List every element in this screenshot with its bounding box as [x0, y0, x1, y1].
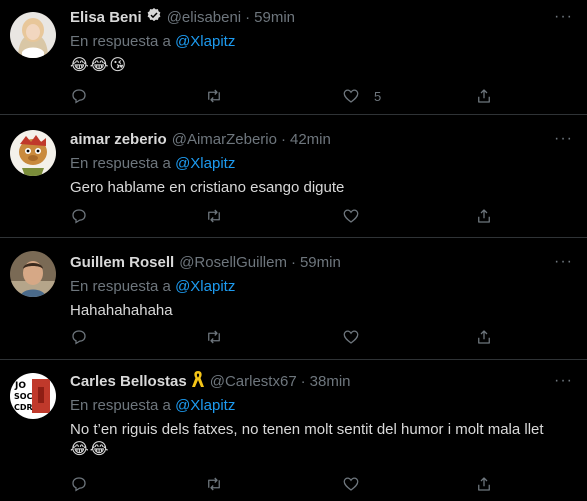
reply-button[interactable] — [70, 206, 88, 226]
more-options-icon[interactable]: ··· — [554, 8, 573, 26]
reply-context: En respuesta a @Xlapitz — [70, 154, 575, 174]
user-handle[interactable]: @Carlestx67 — [210, 372, 297, 392]
tweet-time[interactable]: 59min — [300, 253, 341, 273]
avatar[interactable] — [10, 12, 56, 58]
tweet-time[interactable]: 42min — [290, 130, 331, 150]
avatar-mascot — [10, 130, 56, 176]
user-name[interactable]: Elisa Beni — [70, 8, 142, 28]
reply-button[interactable] — [70, 327, 88, 347]
share-icon — [478, 330, 490, 344]
retweet-button[interactable] — [205, 86, 223, 106]
retweet-button[interactable] — [205, 206, 223, 226]
like-button[interactable] — [342, 206, 360, 226]
like-count: 5 — [374, 88, 382, 104]
avatar-logo: JO SOC CDR — [10, 373, 56, 419]
tweet-actions — [70, 206, 500, 226]
retweet-icon — [208, 477, 220, 491]
tweet-text: 😂😂😘 — [70, 57, 128, 74]
like-button[interactable] — [342, 474, 360, 494]
avatar[interactable]: JO SOC CDR — [10, 373, 56, 419]
avatar[interactable] — [10, 130, 56, 176]
share-button[interactable] — [475, 86, 493, 106]
tweet-text: Hahahahahaha — [70, 302, 173, 319]
user-handle[interactable]: @AimarZeberio — [172, 130, 277, 150]
tweet-text: Gero hablame en cristiano esango digute — [70, 179, 345, 196]
reply-icon — [72, 89, 86, 104]
tweet[interactable]: JO SOC CDR Carles Bellostas @Carlestx67 … — [0, 361, 587, 501]
separator-dot: · — [290, 254, 296, 271]
reply-prefix: En respuesta a — [70, 155, 171, 172]
svg-text:JO: JO — [14, 381, 26, 391]
tweet[interactable]: aimar zeberio @AimarZeberio · 42min En r… — [0, 116, 587, 238]
reply-button[interactable] — [70, 474, 88, 494]
tweet-header: Guillem Rosell @RosellGuillem · 59min — [70, 253, 575, 273]
user-handle[interactable]: @RosellGuillem — [179, 253, 287, 273]
share-button[interactable] — [475, 327, 493, 347]
like-button[interactable] — [342, 327, 360, 347]
heart-icon — [343, 477, 359, 491]
avatar-photo — [10, 12, 56, 58]
retweet-icon — [208, 89, 220, 103]
tweet-actions — [70, 474, 500, 494]
heart-icon — [343, 330, 359, 344]
reply-mention[interactable]: @Xlapitz — [175, 155, 235, 172]
tweet-time[interactable]: 38min — [310, 372, 351, 392]
avatar[interactable] — [10, 251, 56, 297]
avatar-photo — [10, 251, 56, 297]
yellow-ribbon-icon — [191, 370, 205, 394]
retweet-button[interactable] — [205, 327, 223, 347]
user-name[interactable]: aimar zeberio — [70, 130, 167, 150]
retweet-icon — [208, 209, 220, 223]
retweet-icon — [208, 330, 220, 344]
retweet-button[interactable] — [205, 474, 223, 494]
separator-dot: · — [245, 9, 251, 26]
heart-icon — [343, 209, 359, 223]
tweet-header: Carles Bellostas @Carlestx67 · 38min — [70, 370, 575, 394]
reply-icon — [72, 209, 86, 224]
svg-text:SOC: SOC — [14, 392, 33, 401]
heart-icon — [343, 89, 359, 103]
like-button[interactable]: 5 — [342, 86, 381, 106]
tweet-actions: 5 — [70, 86, 500, 106]
tweet[interactable]: Elisa Beni @elisabeni · 59min En respues… — [0, 0, 587, 115]
reply-prefix: En respuesta a — [70, 33, 171, 50]
separator-dot: · — [280, 131, 286, 148]
more-options-icon[interactable]: ··· — [554, 253, 573, 271]
reply-mention[interactable]: @Xlapitz — [175, 33, 235, 50]
more-options-icon[interactable]: ··· — [554, 372, 573, 390]
reply-context: En respuesta a @Xlapitz — [70, 277, 575, 297]
reply-icon — [72, 330, 86, 345]
reply-context: En respuesta a @Xlapitz — [70, 396, 575, 416]
share-button[interactable] — [475, 474, 493, 494]
verified-badge-icon — [146, 7, 162, 29]
share-icon — [478, 477, 490, 491]
more-options-icon[interactable]: ··· — [554, 130, 573, 148]
tweet[interactable]: Guillem Rosell @RosellGuillem · 59min En… — [0, 239, 587, 360]
share-button[interactable] — [475, 206, 493, 226]
reply-mention[interactable]: @Xlapitz — [175, 397, 235, 414]
reply-button[interactable] — [70, 86, 88, 106]
tweet-actions — [70, 327, 500, 347]
reply-mention[interactable]: @Xlapitz — [175, 278, 235, 295]
reply-prefix: En respuesta a — [70, 278, 171, 295]
svg-text:CDR: CDR — [14, 403, 33, 412]
tweet-header: Elisa Beni @elisabeni · 59min — [70, 8, 575, 28]
tweet-time[interactable]: 59min — [254, 8, 295, 28]
tweet-text: No t’en riguis dels fatxes, no tenen mol… — [70, 421, 544, 438]
user-handle[interactable]: @elisabeni — [167, 8, 241, 28]
user-name[interactable]: Carles Bellostas — [70, 372, 187, 392]
tweet-header: aimar zeberio @AimarZeberio · 42min — [70, 130, 575, 150]
reply-icon — [72, 477, 86, 492]
reply-prefix: En respuesta a — [70, 397, 171, 414]
tweet-text-emoji: 😂😂 — [70, 441, 110, 458]
share-icon — [478, 209, 490, 223]
separator-dot: · — [300, 373, 306, 390]
share-icon — [478, 89, 490, 103]
user-name[interactable]: Guillem Rosell — [70, 253, 174, 273]
reply-context: En respuesta a @Xlapitz — [70, 32, 575, 52]
